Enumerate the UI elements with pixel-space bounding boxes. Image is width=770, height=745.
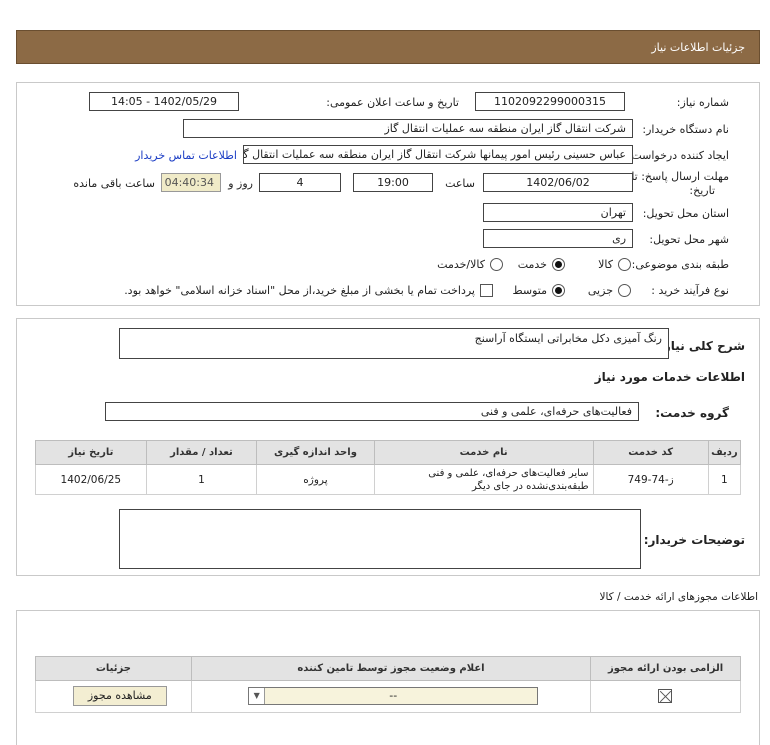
need-number-field: 1102092299000315 — [475, 92, 625, 111]
table-row: -- ▼ مشاهده مجوز — [35, 680, 741, 713]
permit-status-select[interactable]: -- ▼ — [248, 687, 539, 705]
city-field: ری — [483, 229, 633, 248]
col-index: ردیف — [707, 440, 742, 465]
process-option-medium: متوسط — [512, 284, 547, 297]
category-label: طبقه بندی موضوعی: — [631, 258, 729, 271]
services-section-title: اطلاعات خدمات مورد نیاز — [594, 370, 745, 384]
deadline-date-field: 1402/06/02 — [483, 173, 633, 192]
summary-label: شرح کلی نیاز: — [659, 339, 745, 353]
permits-table: الزامی بودن ارائه مجوز اعلام وضعیت مجوز … — [35, 656, 741, 713]
col-permit-required: الزامی بودن ارائه مجوز — [590, 656, 741, 681]
permit-status-value: -- — [389, 689, 398, 702]
cell-permit-status: -- ▼ — [190, 680, 592, 713]
requester-label: ایجاد کننده درخواست: — [627, 149, 729, 162]
remaining-label: ساعت باقی مانده — [73, 177, 155, 190]
permits-panel: الزامی بودن ارائه مجوز اعلام وضعیت مجوز … — [16, 610, 760, 745]
days-label: روز و — [228, 177, 253, 190]
cell-date: 1402/06/25 — [35, 464, 147, 495]
category-radio-goods[interactable] — [618, 258, 631, 271]
need-number-label: شماره نیاز: — [676, 96, 729, 109]
cell-unit: پروژه — [256, 464, 375, 495]
remaining-time-field: 04:40:34 — [161, 173, 221, 192]
buyer-org-label: نام دستگاه خریدار: — [642, 123, 729, 136]
cell-code: ز-74-749 — [592, 464, 709, 495]
province-label: استان محل تحویل: — [642, 207, 729, 220]
summary-field: رنگ آمیزی دکل مخابراتی ایستگاه آراسنج — [119, 328, 669, 359]
page-title: جزئیات اطلاعات نیاز — [651, 41, 745, 54]
services-panel: شرح کلی نیاز: رنگ آمیزی دکل مخابراتی ایس… — [16, 318, 760, 576]
col-name: نام خدمت — [373, 440, 594, 465]
days-field: 4 — [259, 173, 341, 192]
treasury-payment-checkbox[interactable] — [480, 284, 493, 297]
process-radio-minor[interactable] — [618, 284, 631, 297]
category-radio-service[interactable] — [552, 258, 565, 271]
cell-permit-details: مشاهده مجوز — [35, 680, 192, 713]
city-label: شهر محل تحویل: — [649, 233, 729, 246]
need-info-panel: شماره نیاز: 1102092299000315 تاریخ و ساع… — [16, 82, 760, 306]
col-date: تاریخ نیاز — [35, 440, 147, 465]
treasury-payment-note: پرداخت تمام یا بخشی از مبلغ خرید،از محل … — [124, 284, 475, 297]
col-unit: واحد اندازه گیری — [256, 440, 375, 465]
page-header: جزئیات اطلاعات نیاز — [16, 30, 760, 64]
permit-required-checkbox[interactable] — [658, 689, 672, 703]
cell-name: سایر فعالیت‌های حرفه‌ای، علمی و فنی طبقه… — [373, 464, 594, 495]
category-option-service: خدمت — [517, 258, 547, 271]
category-option-goods-service: کالا/خدمت — [437, 258, 485, 271]
cell-qty: 1 — [145, 464, 258, 495]
service-group-field: فعالیت‌های حرفه‌ای، علمی و فنی — [105, 402, 639, 421]
buyer-desc-label: توضیحات خریدار: — [643, 533, 745, 547]
deadline-label: مهلت ارسال پاسخ: تا — [631, 170, 729, 183]
col-permit-details: جزئیات — [35, 656, 192, 681]
col-qty: تعداد / مقدار — [145, 440, 258, 465]
table-row: 1 ز-74-749 سایر فعالیت‌های حرفه‌ای، علمی… — [35, 464, 742, 495]
col-code: کد خدمت — [592, 440, 709, 465]
buyer-desc-field — [119, 509, 641, 569]
process-option-minor: جزیی — [587, 284, 613, 297]
buyer-contact-link[interactable]: اطلاعات تماس خریدار — [135, 149, 237, 162]
category-option-goods: کالا — [598, 258, 613, 271]
process-radio-medium[interactable] — [552, 284, 565, 297]
requester-field: عباس حسینی رئیس امور پیمانها شرکت انتقال… — [243, 145, 633, 164]
deadline-time-label: ساعت — [445, 177, 475, 190]
process-label: نوع فرآیند خرید : — [651, 284, 729, 297]
announce-field: 1402/05/29 - 14:05 — [89, 92, 239, 111]
chevron-down-icon: ▼ — [249, 688, 266, 704]
deadline-time-field: 19:00 — [353, 173, 433, 192]
permits-title: اطلاعات مجوزهای ارائه خدمت / کالا — [599, 591, 758, 603]
category-radio-goods-service[interactable] — [490, 258, 503, 271]
cell-permit-required — [590, 680, 741, 713]
buyer-org-field: شرکت انتقال گاز ایران منطقه سه عملیات ان… — [183, 119, 633, 138]
view-permit-button[interactable]: مشاهده مجوز — [72, 686, 167, 706]
deadline-date-label: تاریخ: — [689, 184, 715, 197]
services-table: ردیف کد خدمت نام خدمت واحد اندازه گیری ت… — [35, 440, 742, 495]
cell-index: 1 — [707, 464, 742, 495]
announce-label: تاریخ و ساعت اعلان عمومی: — [326, 96, 459, 109]
col-permit-status: اعلام وضعیت مجوز توسط تامین کننده — [190, 656, 592, 681]
province-field: تهران — [483, 203, 633, 222]
service-group-label: گروه خدمت: — [655, 406, 729, 420]
